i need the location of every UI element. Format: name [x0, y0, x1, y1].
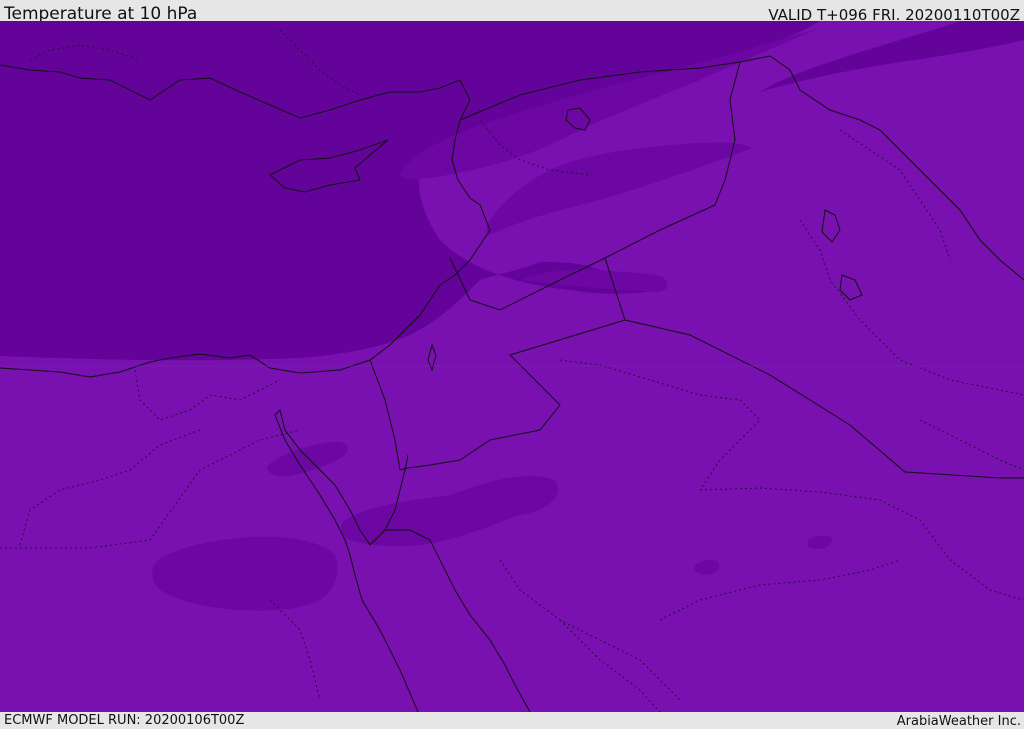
credit-label: ArabiaWeather Inc. [896, 714, 1021, 729]
map-svg [0, 21, 1024, 712]
header-bar: Temperature at 10 hPa VALID T+096 FRI. 2… [0, 0, 1024, 24]
weather-map [0, 21, 1024, 712]
model-run-label: ECMWF MODEL RUN: 20200106T00Z [4, 713, 245, 728]
map-frame: Temperature at 10 hPa VALID T+096 FRI. 2… [0, 0, 1024, 729]
footer-bar: ECMWF MODEL RUN: 20200106T00Z ArabiaWeat… [0, 712, 1024, 729]
